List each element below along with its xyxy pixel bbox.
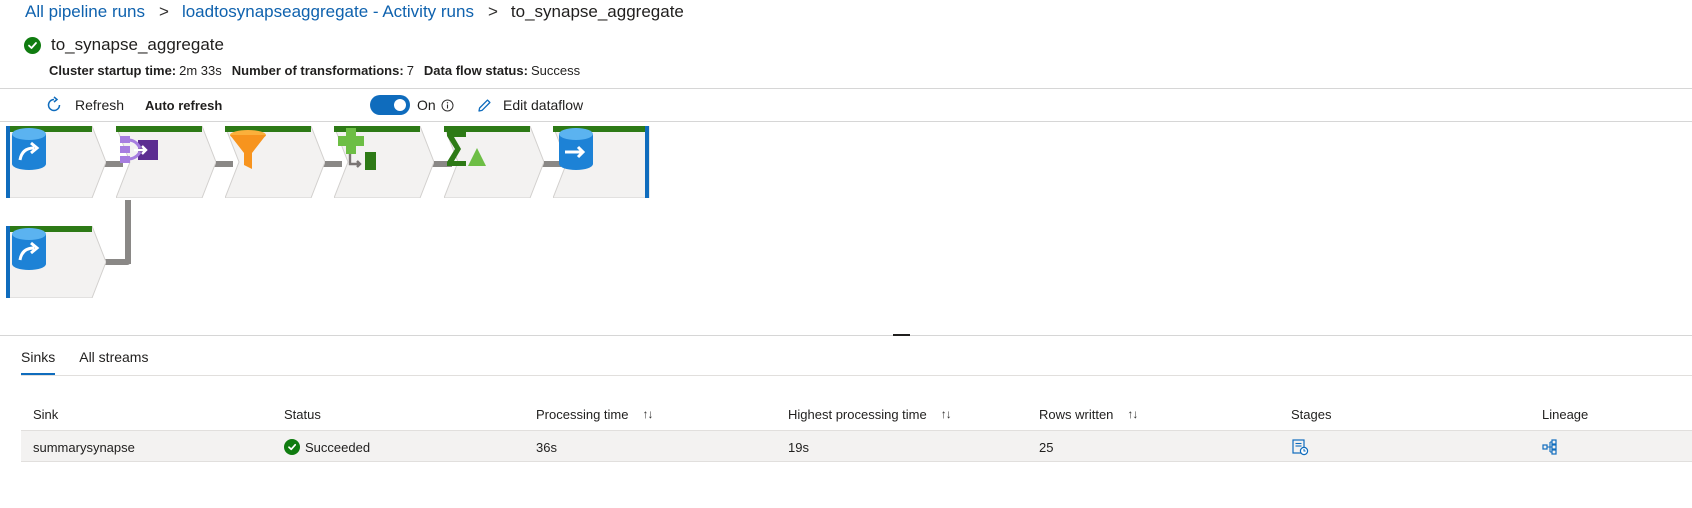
- success-check-icon: [284, 439, 300, 455]
- source-database-icon: [12, 128, 46, 170]
- tab-bar: Sinks All streams: [21, 349, 172, 375]
- meta-value: 7: [406, 63, 414, 78]
- column-header-processing-time[interactable]: Processing time ↑↓: [536, 398, 653, 430]
- sort-icon[interactable]: ↑↓: [941, 407, 952, 421]
- column-label: Processing time: [536, 406, 629, 422]
- meta-status: Data flow status: Success: [424, 63, 580, 78]
- divider: [0, 335, 1692, 336]
- tab-sinks[interactable]: Sinks: [21, 349, 56, 375]
- success-check-icon: [24, 36, 41, 54]
- column-header-sink: Sink: [33, 398, 58, 430]
- aggregate-icon: [447, 132, 486, 166]
- join-icon: [120, 136, 158, 163]
- toggle-on-label: On: [417, 97, 436, 113]
- pencil-icon: [478, 98, 491, 112]
- breadcrumb: All pipeline runs > loadtosynapseaggrega…: [25, 0, 684, 24]
- sort-icon[interactable]: ↑↓: [642, 407, 653, 421]
- auto-refresh-toggle-group: On: [370, 89, 454, 121]
- page-title: to_synapse_aggregate: [51, 35, 224, 54]
- meta-cluster-startup: Cluster startup time: 2m 33s: [49, 63, 222, 78]
- toggle-knob: [394, 99, 406, 111]
- refresh-icon: [47, 96, 61, 112]
- divider: [21, 375, 1692, 376]
- column-label: Sink: [33, 406, 59, 422]
- meta-key: Data flow status:: [423, 63, 528, 78]
- cell-rows-written: 25: [1039, 439, 1054, 455]
- connector: [105, 259, 131, 265]
- status-label: Succeeded: [305, 439, 371, 455]
- meta-key: Cluster startup time:: [49, 63, 177, 78]
- filter-funnel-icon: [230, 130, 266, 169]
- derived-column-icon: [338, 128, 376, 170]
- stages-icon[interactable]: [1291, 438, 1309, 456]
- toolbar: Refresh Auto refresh On Edit dataflow: [0, 89, 1692, 121]
- connector: [125, 200, 131, 264]
- column-header-stages: Stages: [1291, 398, 1331, 430]
- dataflow-canvas: [0, 122, 1692, 335]
- cell-stages: [1291, 431, 1309, 463]
- cell-lineage: [1542, 431, 1558, 463]
- refresh-label: Refresh: [75, 97, 125, 113]
- flow-node-sink[interactable]: [553, 126, 653, 198]
- table-row[interactable]: summarysynapse Succeeded 36s 19s 25: [21, 430, 1692, 462]
- flow-node-derived-column[interactable]: [334, 126, 434, 198]
- flow-node-join[interactable]: [116, 126, 216, 198]
- column-label: Lineage: [1542, 406, 1589, 422]
- tab-all-streams[interactable]: All streams: [79, 349, 148, 375]
- cell-status: Succeeded: [284, 431, 370, 463]
- column-header-rows-written[interactable]: Rows written ↑↓: [1039, 398, 1138, 430]
- sort-icon[interactable]: ↑↓: [1127, 407, 1138, 421]
- table-header: Sink Status Processing time ↑↓ Highest pr…: [21, 398, 1692, 430]
- flow-node-aggregate[interactable]: [444, 126, 544, 198]
- cell-highest-processing-time: 19s: [788, 439, 809, 455]
- column-label: Status: [284, 406, 321, 422]
- column-header-status: Status: [284, 398, 321, 430]
- auto-refresh-toggle[interactable]: [370, 95, 410, 115]
- auto-refresh-label: Auto refresh: [145, 97, 223, 113]
- flow-node-source[interactable]: [6, 126, 106, 198]
- lineage-icon[interactable]: [1542, 439, 1558, 455]
- header: to_synapse_aggregate: [24, 35, 224, 55]
- edit-dataflow-label: Edit dataflow: [503, 97, 584, 113]
- flow-node-filter[interactable]: [225, 126, 325, 198]
- breadcrumb-activity-runs[interactable]: loadtosynapseaggregate - Activity runs: [182, 2, 474, 22]
- refresh-button[interactable]: Refresh: [45, 89, 124, 121]
- column-label: Stages: [1291, 406, 1332, 422]
- meta-key: Number of transformations:: [231, 63, 404, 78]
- flow-node-source-2[interactable]: [6, 226, 106, 298]
- breadcrumb-all-pipeline-runs[interactable]: All pipeline runs: [25, 2, 145, 22]
- column-header-highest-processing-time[interactable]: Highest processing time ↑↓: [788, 398, 952, 430]
- info-icon[interactable]: [441, 99, 454, 112]
- run-meta: Cluster startup time: 2m 33s Number of tr…: [49, 63, 590, 78]
- meta-value: Success: [530, 63, 581, 78]
- column-header-lineage: Lineage: [1542, 398, 1588, 430]
- sink-database-icon: [559, 128, 593, 170]
- column-label: Highest processing time: [788, 406, 927, 422]
- column-label: Rows written: [1039, 406, 1114, 422]
- breadcrumb-separator: >: [487, 2, 498, 21]
- cell-sink: summarysynapse: [33, 439, 135, 455]
- edit-dataflow-button[interactable]: Edit dataflow: [476, 89, 583, 121]
- meta-value: 2m 33s: [179, 63, 222, 78]
- breadcrumb-separator: >: [159, 2, 169, 21]
- breadcrumb-current: to_synapse_aggregate: [510, 2, 684, 21]
- splitter-handle[interactable]: [893, 334, 910, 336]
- sinks-table: Sink Status Processing time ↑↓ Highest pr…: [21, 398, 1692, 462]
- source-database-icon: [12, 228, 46, 270]
- meta-transformations: Number of transformations: 7: [232, 63, 414, 78]
- cell-processing-time: 36s: [536, 439, 557, 455]
